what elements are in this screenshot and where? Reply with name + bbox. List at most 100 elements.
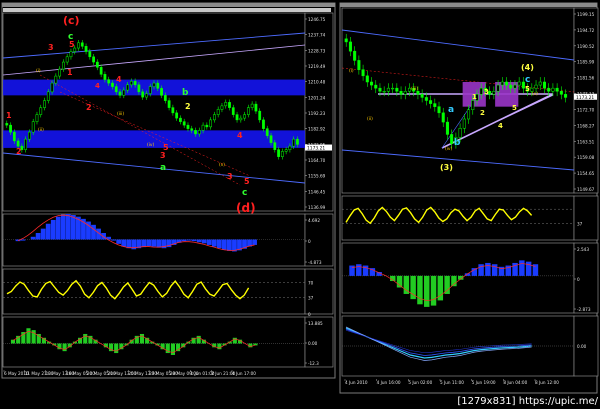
rp-candle [357, 60, 361, 70]
rp-candle [496, 84, 500, 92]
rp-candle [559, 91, 563, 95]
lp-candle [273, 142, 277, 150]
lp-candle [137, 84, 141, 93]
lp-wave-label: 1 [6, 111, 12, 120]
lp-candle [65, 56, 69, 63]
rp-price-tag: 1173.21 [576, 95, 594, 101]
lp-candle [235, 114, 239, 121]
rp-wave-label: 5 [525, 85, 530, 93]
rp-candle [348, 41, 352, 52]
lp-candle [62, 61, 65, 70]
lp-candle [182, 121, 186, 126]
rp-candle [500, 81, 504, 86]
lp-subwave-label: (iii) [117, 111, 124, 117]
right-oscillator-1-panel[interactable]: 37 [341, 195, 599, 241]
lp-candle [280, 151, 284, 157]
rp-y-tick-label: 1199.15 [577, 12, 595, 17]
ro1-y-axis [573, 195, 599, 241]
lp-candle [265, 128, 269, 136]
rp-candle [471, 100, 475, 110]
lp-wave-label: 4 [95, 82, 100, 90]
left-oscillator-3-panel[interactable]: 13.8850.00-12.36 May 201011 May 21:0013 … [2, 316, 334, 376]
lp-y-tick-label: 1192.23 [308, 111, 326, 116]
lp-candle [31, 121, 35, 133]
rp-wave-label: 2 [480, 109, 485, 117]
left-window-titlebar[interactable] [3, 8, 331, 12]
lp-wave-label: (c) [63, 14, 80, 27]
lp-candle [277, 149, 280, 157]
lp-y-tick-label: 1237.74 [308, 33, 326, 38]
rp-y-tick-label: 1194.72 [577, 28, 595, 33]
lp-candle [118, 91, 122, 96]
right-x-tick-label: 4 Jun 16:00 [377, 380, 401, 385]
lp-candle [175, 112, 179, 119]
rp-candle [395, 87, 399, 92]
lp-wave-label: 5 [69, 40, 75, 49]
lp-candle [133, 81, 137, 86]
lp-wave-label: 2 [185, 102, 191, 111]
rp-candle [441, 112, 445, 123]
lp-candle [254, 103, 258, 112]
rp-wave-label: c [525, 75, 530, 85]
rp-candle [445, 121, 449, 135]
lo1-y-tick-label: 0 [308, 239, 311, 244]
lp-candle [84, 46, 88, 52]
rp-candle [450, 134, 454, 144]
lp-candle [69, 51, 73, 58]
lp-candle [243, 114, 246, 119]
rp-candle [458, 128, 462, 138]
right-x-tick-label: 5 Jun 11:00 [440, 380, 464, 385]
right-oscillator-2-panel[interactable]: 2.543 0 -2.873 [341, 242, 599, 314]
left-price-panel[interactable]: 1246.75 1237.74 1228.73 1219.49 1210.48 1201.… [2, 12, 334, 215]
lp-candle [197, 130, 201, 135]
rp-y-tick-label: 1172.70 [577, 107, 595, 112]
rp-wave-label: 1 [472, 93, 477, 101]
rp-wave-label: (4) [521, 63, 534, 72]
rp-y-tick-label: 1168.27 [577, 123, 595, 128]
rp-y-tick-label: 1185.99 [577, 60, 595, 65]
lp-candle [152, 82, 156, 87]
lp-candle [205, 124, 209, 128]
rp-candle [353, 50, 357, 61]
lp-candle [46, 91, 50, 101]
lp-subwave-label: (iv) [147, 142, 155, 148]
rp-candle [467, 109, 471, 120]
lp-candle [231, 107, 235, 115]
left-oscillator-2-panel[interactable]: 70 37 0 [2, 268, 334, 317]
rp-candle [437, 106, 441, 114]
lp-candle [54, 75, 58, 84]
right-oscillator-3-panel[interactable]: 0.00 4 Jun 2010 4 Jun 16:00 5 Jun 02:00 5 Ju… [341, 315, 599, 385]
rp-y-tick-label: 1149.67 [577, 187, 595, 192]
lp-y-tick-label: 1219.49 [308, 64, 326, 69]
lp-candle [224, 102, 228, 107]
rp-candle [462, 118, 466, 129]
lp-price-tag: 1173.21 [307, 146, 325, 152]
lp-candle [239, 117, 243, 121]
lo2-y-tick-label: 0 [308, 312, 311, 317]
lp-candle [148, 86, 152, 94]
ro1-y-tick-label: 37 [577, 222, 583, 227]
lp-candle [9, 124, 12, 133]
rp-candle [551, 87, 555, 92]
lo2-y-tick-label: 37 [308, 295, 314, 300]
lp-candle [258, 110, 262, 121]
lp-wave-label: 1 [67, 68, 73, 77]
lp-y-tick-label: 1164.70 [308, 158, 326, 163]
rp-candle [378, 87, 382, 92]
lp-candle [246, 107, 250, 115]
lp-wave-label: b [182, 88, 189, 98]
right-price-panel[interactable]: 1199.151194.721190.521185.991181.561177.… [341, 7, 599, 194]
lo2-frame [2, 268, 306, 315]
lo3-y-tick-label: 0.00 [308, 341, 318, 346]
lp-candle [103, 74, 107, 80]
rp-wave-label: a [448, 105, 454, 115]
lp-candle [95, 61, 99, 68]
lp-candle [209, 119, 213, 128]
lp-candle [262, 119, 265, 129]
left-x-tick-label: 4 Jun 17:00 [232, 371, 256, 376]
lp-candle [114, 86, 118, 93]
left-oscillator-1-panel[interactable]: 4.692 0 -4.873 [2, 213, 334, 267]
right-x-tick-label: 8 Jun 04:00 [503, 380, 527, 385]
lp-candle [145, 93, 148, 98]
lp-wave-label: a [160, 163, 166, 173]
